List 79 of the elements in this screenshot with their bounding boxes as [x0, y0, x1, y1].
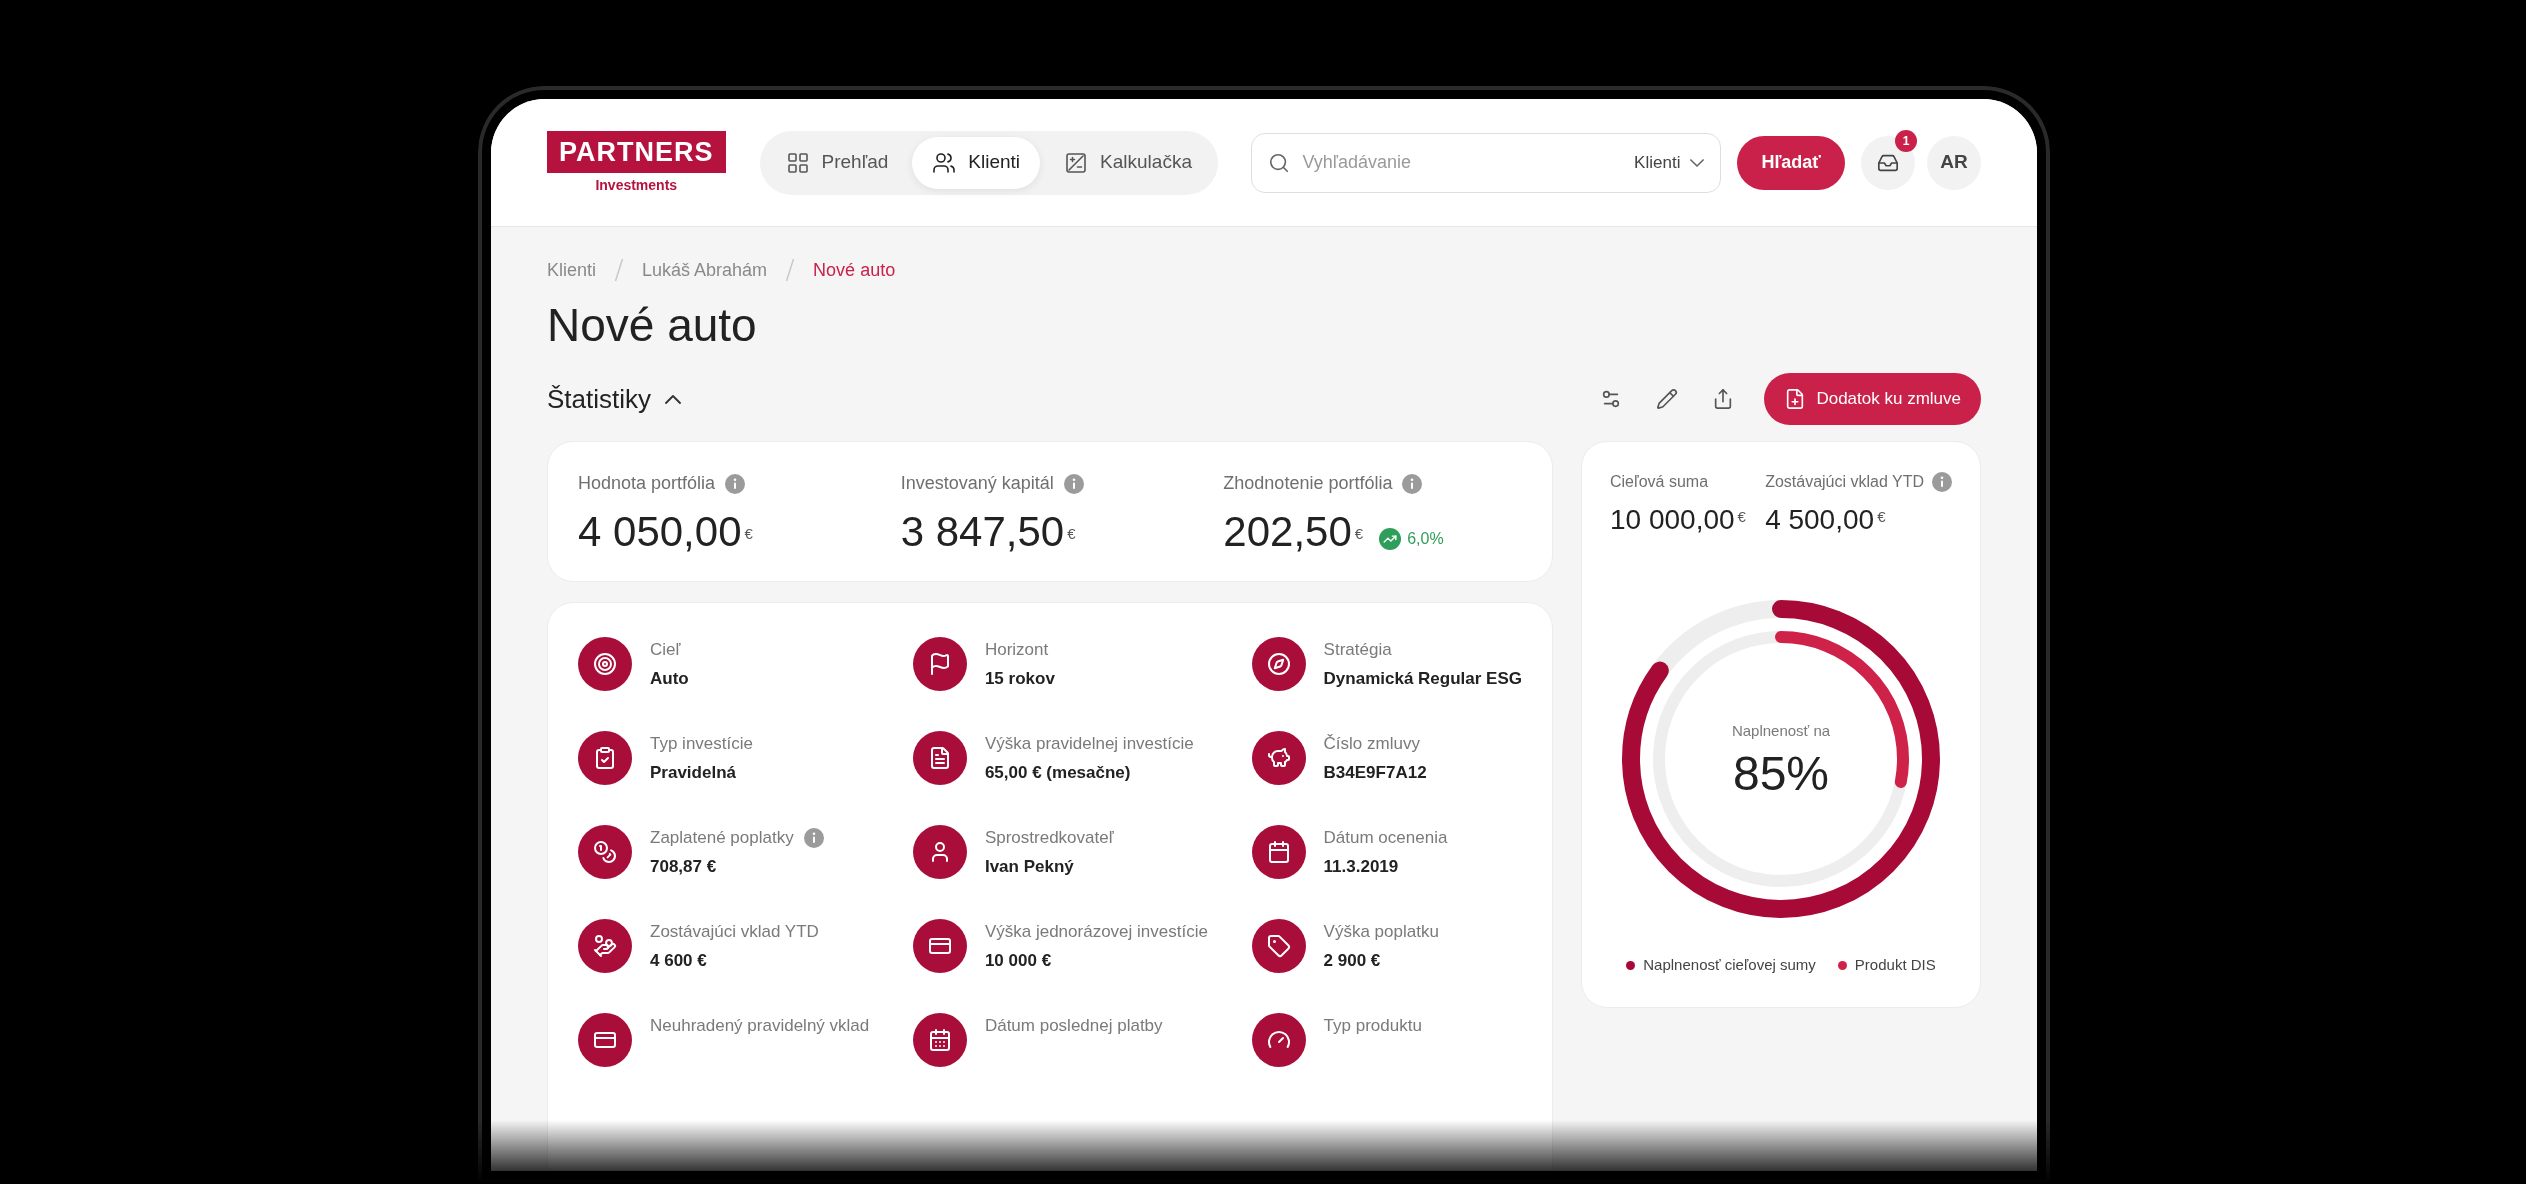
goal-value: 10 000,00$^{€}$ — [1610, 506, 1746, 534]
detail-label: Zostávajúci vklad YTD — [650, 921, 819, 943]
section-toggle[interactable]: Štatistiky — [547, 379, 682, 419]
search-field[interactable]: Vyhľadávanie Klienti — [1251, 132, 1722, 193]
goal-label: Cieľová suma — [1610, 472, 1709, 492]
nav-tab[interactable]: Kalkulačka — [1044, 136, 1212, 189]
detail-value: 11.3.2019 — [1323, 856, 1400, 878]
detail-label: Typ investície — [650, 733, 753, 755]
calendar-icon — [1251, 825, 1306, 879]
document-icon — [912, 731, 967, 785]
calendar-icon — [912, 1013, 967, 1067]
credit-card-icon — [578, 1013, 632, 1067]
detail-label: Horizont — [984, 639, 1049, 661]
detail-value: 4 600 € — [650, 950, 708, 972]
goal-value: 4 500,00$^{€}$ — [1765, 506, 1887, 534]
credit-card-icon — [912, 919, 967, 973]
detail-label: Výška pravidelnej investície — [984, 733, 1194, 755]
stat-label: Zhodnotenie portfólia — [1223, 472, 1393, 495]
users-icon — [932, 150, 957, 175]
detail-value: 65,00 € (mesačne) — [984, 762, 1132, 784]
detail-value: 10 000 € — [984, 950, 1053, 972]
gauge-icon — [1251, 1013, 1306, 1067]
logo-subtitle: Investments — [595, 177, 678, 194]
grid-icon — [785, 150, 810, 175]
slash-icon — [785, 258, 796, 282]
breadcrumb-current: Nové auto — [813, 258, 896, 282]
slash-icon — [614, 258, 625, 282]
change-value: 6,0% — [1407, 529, 1444, 549]
piggy-bank-icon — [1251, 731, 1306, 785]
scope-dropdown[interactable]: Klienti — [1634, 149, 1705, 176]
pencil-icon — [1656, 388, 1679, 410]
notification-badge: 1 — [1895, 129, 1917, 152]
detail-label: Výška jednorázovej investície — [984, 921, 1208, 943]
legend-label: Naplnenosť cieľovej sumy — [1643, 955, 1816, 975]
detail-value: 15 rokov — [984, 668, 1055, 690]
detail-value: Dynamická Regular ESG — [1323, 668, 1522, 690]
avatar[interactable]: AR — [1927, 135, 1981, 190]
target-icon — [578, 637, 632, 691]
hand-coins-icon — [578, 919, 632, 973]
center-label: Naplnenosť na — [1731, 720, 1831, 741]
detail-label: Číslo zmluvy — [1323, 733, 1420, 755]
logo: PARTNERS — [547, 131, 726, 173]
detail-value: 708,87 € — [650, 856, 718, 878]
detail-label: Neuhradený pravidelný vklad — [650, 1015, 870, 1037]
nav-tab[interactable]: Prehľad — [765, 136, 909, 189]
stat-value: 3 847,50$^{€}$ — [900, 511, 1076, 553]
detail-value: 2 900 € — [1323, 950, 1382, 972]
page-title: Nové auto — [547, 298, 758, 353]
user-icon — [912, 825, 967, 879]
tag-icon — [1251, 919, 1306, 973]
stat-value: 202,50$^{€}$ — [1223, 511, 1364, 553]
amendment-button[interactable]: Dodatok ku zmluve — [1764, 373, 1981, 425]
compass-icon — [1251, 637, 1306, 691]
chevron-down-icon — [1690, 158, 1705, 167]
clipboard-check-icon — [578, 731, 632, 785]
stat-label: Investovaný kapitál — [900, 472, 1054, 495]
goal-label: Zostávajúci vklad YTD — [1765, 472, 1924, 492]
stat-label: Hodnota portfólia — [578, 472, 716, 495]
stat-value: 4 050,00$^{€}$ — [578, 511, 753, 553]
detail-label: Zaplatené poplatky — [650, 827, 794, 849]
detail-value: Pravidelná — [650, 762, 737, 784]
detail-value: Auto — [650, 668, 689, 690]
center-value: 85% — [1732, 750, 1830, 799]
legend-label: Produkt DIS — [1854, 955, 1936, 975]
flag-icon — [912, 637, 967, 691]
nav-tab[interactable]: Klienti — [912, 136, 1041, 189]
coins-icon — [578, 825, 632, 879]
calculator-icon — [1064, 150, 1089, 175]
detail-label: Výška poplatku — [1323, 921, 1439, 943]
detail-label: Typ produktu — [1323, 1015, 1422, 1037]
detail-label: Sprostredkovateľ — [984, 827, 1114, 849]
detail-label: Dátum poslednej platby — [984, 1015, 1163, 1037]
detail-label: Cieľ — [650, 639, 681, 661]
detail-value: Ivan Pekný — [984, 856, 1075, 878]
search-icon — [1268, 151, 1291, 174]
detail-value: B34E9F7A12 — [1323, 762, 1427, 784]
detail-label: Stratégia — [1323, 639, 1392, 661]
search-button[interactable]: Hľadať — [1737, 135, 1845, 190]
detail-label: Dátum ocenenia — [1323, 827, 1448, 849]
